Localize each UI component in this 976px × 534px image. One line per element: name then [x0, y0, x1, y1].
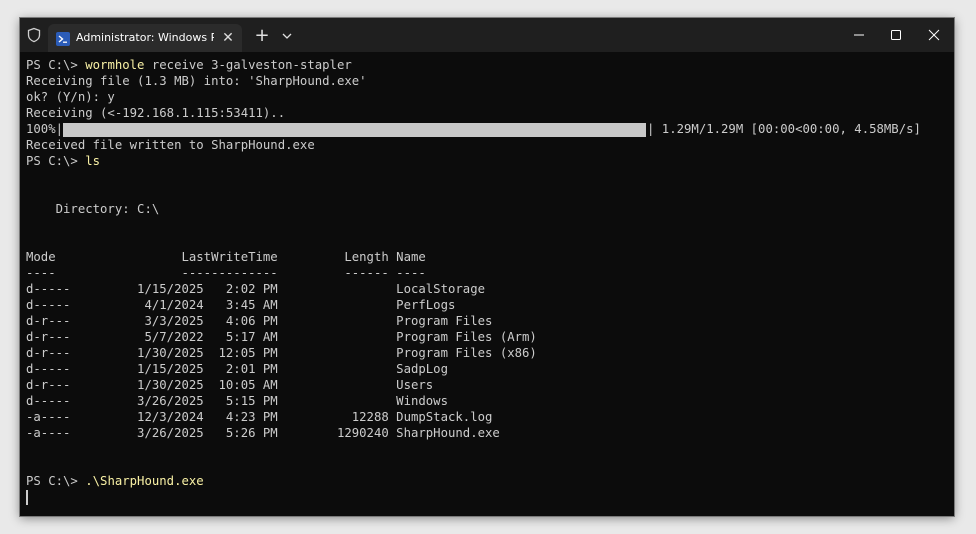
output-line: Receiving file (1.3 MB) into: 'SharpHoun…	[26, 74, 367, 88]
text-cursor	[26, 490, 28, 505]
powershell-icon	[56, 31, 70, 46]
listing-header: Mode LastWriteTime Length Name	[26, 250, 426, 264]
command-name: ls	[85, 154, 101, 168]
shield-icon	[26, 27, 42, 43]
output-line: Received file written to SharpHound.exe	[26, 138, 315, 152]
progress-bar	[63, 123, 646, 137]
tab-title: Administrator: Windows PowerShell	[76, 31, 214, 44]
maximize-icon[interactable]	[883, 24, 909, 46]
output-line: Receiving (<-192.168.1.115:53411)..	[26, 106, 286, 120]
tab-powershell[interactable]: Administrator: Windows PowerShell ✕	[48, 24, 242, 52]
terminal-output[interactable]: PS C:\> wormhole receive 3-galveston-sta…	[20, 52, 954, 516]
output-line: ok? (Y/n): y	[26, 90, 115, 104]
listing-row: d----- 1/15/2025 2:02 PM LocalStorage	[26, 282, 486, 296]
command-name: wormhole	[85, 58, 145, 72]
listing-row: d-r--- 1/30/2025 12:05 PM Program Files …	[26, 346, 537, 360]
directory-label: Directory: C:\	[26, 202, 160, 216]
close-icon[interactable]	[921, 24, 947, 46]
title-bar: Administrator: Windows PowerShell ✕ +	[20, 18, 954, 52]
prompt: PS C:\>	[26, 58, 86, 72]
tab-close-icon[interactable]: ✕	[219, 29, 237, 47]
listing-row: d----- 3/26/2025 5:15 PM Windows	[26, 394, 448, 408]
listing-header-underline: ---- ------------- ------ ----	[26, 266, 426, 280]
listing-row: d----- 1/15/2025 2:01 PM SadpLog	[26, 362, 448, 376]
listing-row: -a---- 3/26/2025 5:26 PM 1290240 SharpHo…	[26, 426, 500, 440]
terminal-window: Administrator: Windows PowerShell ✕ +	[20, 18, 954, 516]
listing-row: d-r--- 3/3/2025 4:06 PM Program Files	[26, 314, 493, 328]
command-line-sharphound: PS C:\> .\SharpHound.exe	[26, 473, 204, 489]
listing-row: d----- 4/1/2024 3:45 AM PerfLogs	[26, 298, 456, 312]
minimize-icon[interactable]	[846, 24, 872, 46]
progress-suffix: | 1.29M/1.29M [00:00<00:00, 4.58MB/s]	[647, 122, 921, 136]
prompt: PS C:\>	[26, 474, 86, 488]
command-line-wormhole: PS C:\> wormhole receive 3-galveston-sta…	[26, 57, 352, 73]
listing-row: d-r--- 5/7/2022 5:17 AM Program Files (A…	[26, 330, 537, 344]
command-name: .\SharpHound.exe	[85, 474, 204, 488]
command-line-ls: PS C:\> ls	[26, 153, 100, 169]
progress-prefix: 100%|	[26, 122, 64, 136]
chevron-down-icon[interactable]	[278, 27, 296, 45]
new-tab-button[interactable]: +	[252, 26, 272, 46]
prompt: PS C:\>	[26, 154, 86, 168]
listing-row: -a---- 12/3/2024 4:23 PM 12288 DumpStack…	[26, 410, 493, 424]
command-args: receive 3-galveston-stapler	[144, 58, 352, 72]
listing-row: d-r--- 1/30/2025 10:05 AM Users	[26, 378, 434, 392]
